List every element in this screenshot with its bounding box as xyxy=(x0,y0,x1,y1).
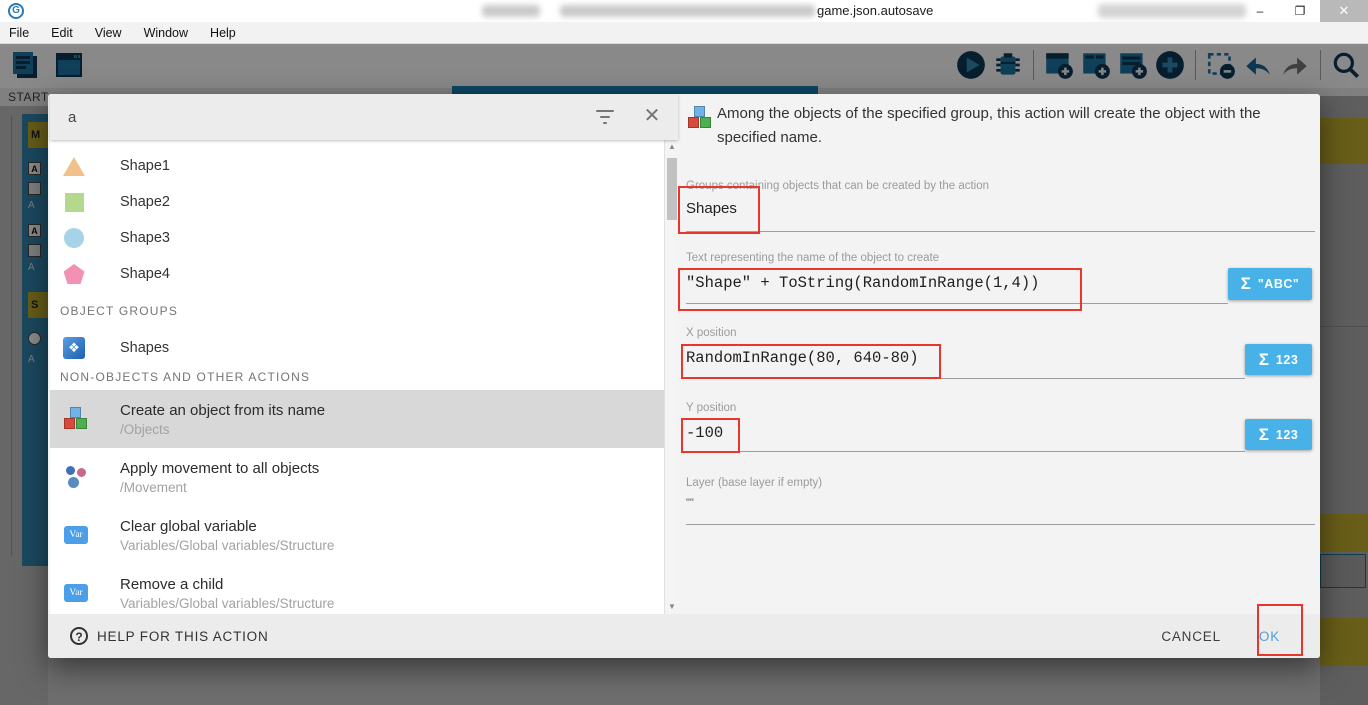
list-item-shape4[interactable]: Shape4 xyxy=(50,256,664,292)
section-header-non-objects: NON-OBJECTS AND OTHER ACTIONS xyxy=(50,366,664,390)
expression-builder-button-x[interactable]: Σ 123 xyxy=(1245,344,1312,375)
help-link[interactable]: ? HELP FOR THIS ACTION xyxy=(70,627,269,645)
minimize-button[interactable]: – xyxy=(1240,0,1280,22)
window-title: game.json.autosave xyxy=(817,3,933,18)
add-event-icon[interactable] xyxy=(1043,49,1075,81)
object-group-icon: ❖ xyxy=(62,337,86,359)
dialog-footer: ? HELP FOR THIS ACTION CANCEL OK xyxy=(48,614,1320,658)
movement-icon xyxy=(62,465,90,489)
play-icon[interactable] xyxy=(955,49,987,81)
add-circle-icon[interactable] xyxy=(1154,49,1186,81)
x-position-field-label: X position xyxy=(686,327,737,339)
list-scrollbar[interactable]: ▲ ▼ xyxy=(664,140,678,614)
y-position-field-label: Y position xyxy=(686,402,736,414)
menu-view[interactable]: View xyxy=(95,26,122,40)
toolbar xyxy=(0,44,1368,88)
expression-builder-button-abc[interactable]: Σ "ABC" xyxy=(1228,268,1312,300)
events-sheet-left-sliver: M A A A A S A xyxy=(0,106,48,705)
maximize-button[interactable]: ❐ xyxy=(1280,0,1320,22)
create-object-icon xyxy=(62,407,90,431)
expression-builder-button-y[interactable]: Σ 123 xyxy=(1245,419,1312,450)
filter-icon[interactable] xyxy=(594,109,616,125)
variable-icon: Var xyxy=(62,526,90,544)
redacted-path-text xyxy=(560,5,815,17)
action-chooser-panel: ✕ Shape1 Shape2 Shape3 Shape4 OBJECT GRO… xyxy=(50,94,678,614)
redacted-title-text xyxy=(482,5,540,17)
pentagon-icon xyxy=(62,264,86,284)
triangle-icon xyxy=(62,157,86,176)
square-icon xyxy=(62,193,86,212)
section-header-object-groups: OBJECT GROUPS xyxy=(50,292,664,330)
cancel-button[interactable]: CANCEL xyxy=(1161,629,1221,644)
menu-edit[interactable]: Edit xyxy=(51,26,73,40)
debug-icon[interactable] xyxy=(992,49,1024,81)
action-parameters-panel: Among the objects of the specified group… xyxy=(678,94,1320,614)
search-input[interactable] xyxy=(50,109,594,126)
list-item-create-object[interactable]: Create an object from its name /Objects xyxy=(50,390,664,448)
annotation-box-groups xyxy=(678,186,760,234)
add-subevent-icon[interactable] xyxy=(1080,49,1112,81)
close-button[interactable]: ✕ xyxy=(1320,0,1368,22)
add-comment-icon[interactable] xyxy=(1117,49,1149,81)
circle-icon xyxy=(62,228,86,248)
list-item-remove-child[interactable]: Var Remove a child Variables/Global vari… xyxy=(50,564,664,614)
search-bar: ✕ xyxy=(50,94,678,140)
list-item-apply-movement[interactable]: Apply movement to all objects /Movement xyxy=(50,448,664,506)
layer-field-value[interactable]: "" xyxy=(686,497,694,509)
events-sheet-icon[interactable] xyxy=(8,49,42,83)
gdevelop-logo-icon: G xyxy=(8,3,24,19)
action-description: Among the objects of the specified group… xyxy=(717,102,1317,150)
menu-file[interactable]: File xyxy=(9,26,29,40)
annotation-box-y-position xyxy=(681,418,740,453)
scene-window-icon[interactable] xyxy=(52,49,86,83)
annotation-box-object-name xyxy=(678,268,1082,311)
list-item-clear-global-variable[interactable]: Var Clear global variable Variables/Glob… xyxy=(50,506,664,564)
list-item-shape3[interactable]: Shape3 xyxy=(50,220,664,256)
annotation-box-ok xyxy=(1257,604,1303,656)
layer-field-label: Layer (base layer if empty) xyxy=(686,477,822,489)
scroll-down-icon[interactable]: ▼ xyxy=(665,600,679,614)
search-icon[interactable] xyxy=(1330,49,1362,81)
scroll-up-icon[interactable]: ▲ xyxy=(665,140,679,154)
remove-selection-icon[interactable] xyxy=(1205,49,1237,81)
menu-bar: File Edit View Window Help xyxy=(0,22,1368,44)
help-circle-icon: ? xyxy=(70,627,88,645)
action-editor-dialog: ✕ Shape1 Shape2 Shape3 Shape4 OBJECT GRO… xyxy=(48,94,1320,658)
events-sheet-right-sliver xyxy=(1320,96,1368,705)
menu-help[interactable]: Help xyxy=(210,26,236,40)
list-item-group-shapes[interactable]: ❖ Shapes xyxy=(50,330,664,366)
search-results-list: Shape1 Shape2 Shape3 Shape4 OBJECT GROUP… xyxy=(50,140,664,614)
list-item-shape1[interactable]: Shape1 xyxy=(50,148,664,184)
annotation-box-x-position xyxy=(681,344,941,379)
title-bar: G game.json.autosave – ❐ ✕ xyxy=(0,0,1368,22)
variable-icon: Var xyxy=(62,584,90,602)
object-name-field-label: Text representing the name of the object… xyxy=(686,252,939,264)
undo-icon[interactable] xyxy=(1242,49,1274,81)
clear-search-icon[interactable]: ✕ xyxy=(642,107,662,127)
menu-window[interactable]: Window xyxy=(144,26,188,40)
tab-start-label[interactable]: START xyxy=(8,90,49,104)
redacted-region xyxy=(1098,4,1246,18)
scrollbar-thumb[interactable] xyxy=(667,158,677,220)
list-item-shape2[interactable]: Shape2 xyxy=(50,184,664,220)
redo-icon[interactable] xyxy=(1279,49,1311,81)
